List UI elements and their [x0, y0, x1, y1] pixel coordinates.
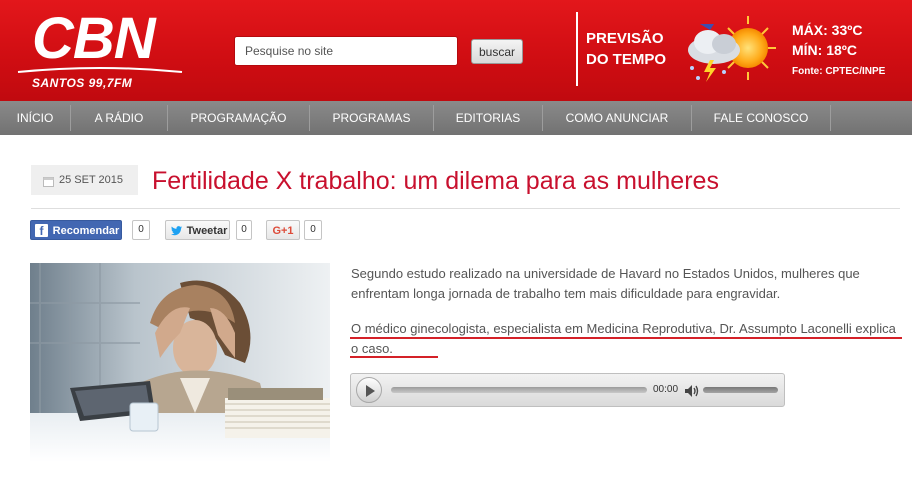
weather-min: MÍN: 18ºC [792, 42, 858, 58]
audio-time: 00:00 [653, 384, 679, 395]
audio-progress-bar[interactable] [391, 387, 647, 393]
weather-source: Fonte: CPTEC/INPE [792, 66, 886, 77]
nav-item-como-anunciar[interactable]: COMO ANUNCIAR [543, 101, 691, 135]
search-input[interactable] [234, 36, 458, 66]
logo-text: CBN [32, 6, 156, 71]
highlight-underline [350, 356, 438, 358]
article-paragraph-2: O médico ginecologista, especialista em … [351, 321, 896, 356]
facebook-icon: f [35, 224, 48, 238]
highlight-underline [350, 337, 902, 339]
tweet-button[interactable]: Tweetar [165, 220, 230, 240]
main-nav: INÍCIO A RÁDIO PROGRAMAÇÃO PROGRAMAS EDI… [0, 101, 912, 135]
facebook-recommend-label: Recomendar [52, 225, 120, 237]
nav-item-inicio[interactable]: INÍCIO [0, 101, 70, 135]
weather-title-line1: PREVISÃO [586, 30, 664, 47]
nav-item-programas[interactable]: PROGRAMAS [310, 101, 433, 135]
nav-item-fale-conosco[interactable]: FALE CONOSCO [692, 101, 830, 135]
logo-subtitle: SANTOS 99,7FM [32, 76, 133, 90]
twitter-count: 0 [236, 220, 252, 240]
weather-max: MÁX: 33ºC [792, 22, 863, 38]
article-date-box: 25 SET 2015 [31, 165, 138, 195]
nav-separator [830, 105, 831, 131]
facebook-count: 0 [132, 220, 150, 240]
header-divider [576, 12, 578, 86]
facebook-recommend-button[interactable]: f Recomendar [30, 220, 122, 240]
article-title: Fertilidade X trabalho: um dilema para a… [152, 167, 719, 195]
nav-item-programacao[interactable]: PROGRAMAÇÃO [168, 101, 309, 135]
weather-title: PREVISÃO DO TEMPO [586, 28, 666, 70]
cbn-logo[interactable]: CBN SANTOS 99,7FM [14, 4, 186, 96]
calendar-icon [43, 177, 54, 187]
nav-item-a-radio[interactable]: A RÁDIO [71, 101, 167, 135]
title-divider [31, 208, 900, 209]
article-date: 25 SET 2015 [59, 174, 124, 186]
tweet-label: Tweetar [186, 225, 228, 237]
site-header: CBN SANTOS 99,7FM buscar PREVISÃO DO TEM… [0, 0, 912, 101]
volume-icon[interactable] [684, 384, 700, 398]
play-icon [366, 385, 375, 397]
weather-title-line2: DO TEMPO [586, 51, 667, 68]
search-button[interactable]: buscar [471, 39, 523, 64]
twitter-bird-icon [171, 226, 182, 236]
audio-player: 00:00 [350, 373, 785, 407]
volume-slider[interactable] [703, 387, 778, 393]
article-paragraph-1: Segundo estudo realizado na universidade… [351, 266, 860, 301]
play-button[interactable] [356, 377, 382, 403]
google-plus-count: 0 [304, 220, 322, 240]
sun-cloud-storm-icon [688, 16, 776, 82]
nav-item-editorias[interactable]: EDITORIAS [434, 101, 542, 135]
stressed-woman-at-desk-photo [30, 263, 330, 462]
google-plus-one-button[interactable]: G+1 [266, 220, 300, 240]
